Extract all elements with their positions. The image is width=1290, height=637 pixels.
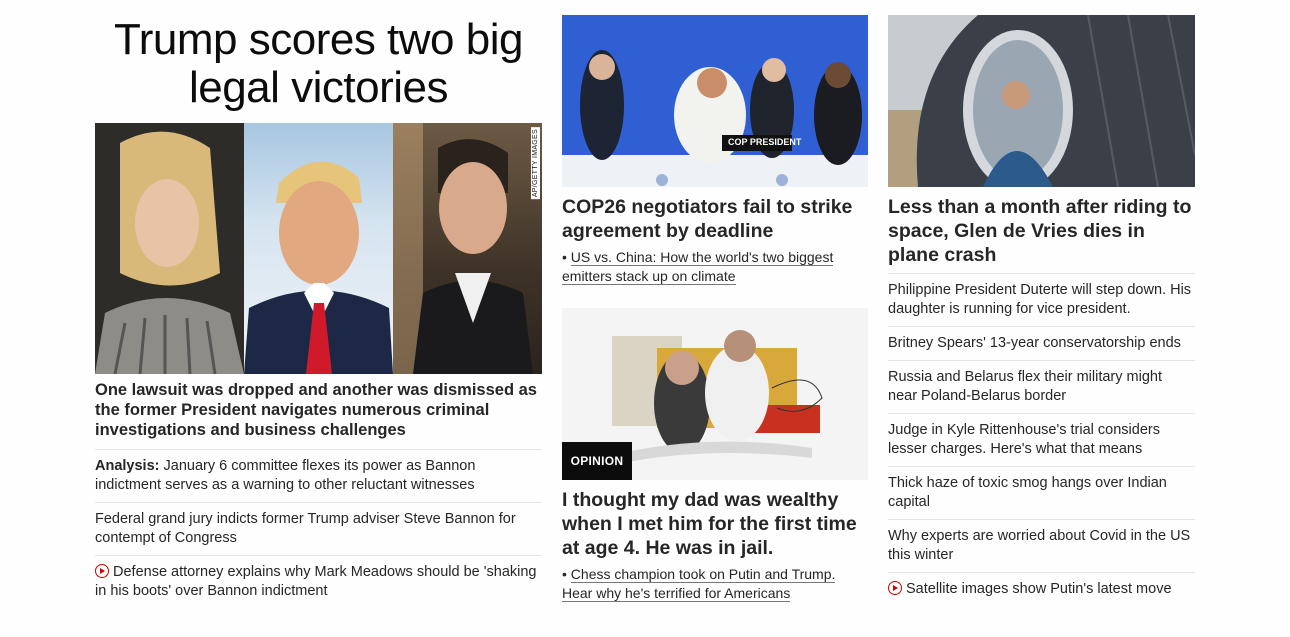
analysis-label: Analysis: bbox=[95, 458, 160, 474]
glen-de-vries-image[interactable] bbox=[888, 15, 1195, 187]
cop-president-sign: COP PRESIDENT bbox=[728, 137, 802, 147]
glen-de-vries-headline[interactable]: Less than a month after riding to space,… bbox=[888, 195, 1195, 267]
right-related-list: Philippine President Duterte will step d… bbox=[888, 273, 1195, 606]
opinion-headline[interactable]: I thought my dad was wealthy when I met … bbox=[562, 488, 868, 560]
list-item[interactable]: Why experts are worried about Covid in t… bbox=[888, 519, 1195, 572]
lead-related-list: Analysis: January 6 committee flexes its… bbox=[95, 449, 542, 608]
cop26-sublink[interactable]: • US vs. China: How the world's two bigg… bbox=[562, 248, 868, 286]
lead-image-panel-right: AP/GETTY IMAGES bbox=[393, 123, 542, 374]
list-item[interactable]: Britney Spears' 13-year conservatorship … bbox=[888, 326, 1195, 360]
cop26-headline[interactable]: COP26 negotiators fail to strike agreeme… bbox=[562, 195, 868, 243]
opinion-sublink[interactable]: • Chess champion took on Putin and Trump… bbox=[562, 565, 868, 603]
list-item[interactable]: Defense attorney explains why Mark Meado… bbox=[95, 555, 542, 608]
list-item[interactable]: Analysis: January 6 committee flexes its… bbox=[95, 449, 542, 502]
list-item[interactable]: Philippine President Duterte will step d… bbox=[888, 273, 1195, 326]
lead-image[interactable]: AP/GETTY IMAGES bbox=[95, 123, 542, 374]
lead-image-panel-center bbox=[244, 123, 393, 374]
cop26-image[interactable] bbox=[562, 15, 868, 187]
opinion-badge: OPINION bbox=[562, 442, 632, 480]
play-icon bbox=[888, 581, 902, 595]
list-item[interactable]: Judge in Kyle Rittenhouse's trial consid… bbox=[888, 413, 1195, 466]
lead-story: Trump scores two big legal victories AP/… bbox=[95, 0, 542, 599]
lead-summary[interactable]: One lawsuit was dropped and another was … bbox=[95, 380, 542, 440]
lead-image-panel-left bbox=[95, 123, 244, 374]
list-item[interactable]: Thick haze of toxic smog hangs over Indi… bbox=[888, 466, 1195, 519]
list-item[interactable]: Satellite images show Putin's latest mov… bbox=[888, 572, 1195, 606]
list-item[interactable]: Russia and Belarus flex their military m… bbox=[888, 360, 1195, 413]
list-item[interactable]: Federal grand jury indicts former Trump … bbox=[95, 502, 542, 555]
image-credit: AP/GETTY IMAGES bbox=[531, 127, 540, 200]
play-icon bbox=[95, 564, 109, 578]
lead-headline[interactable]: Trump scores two big legal victories bbox=[95, 16, 542, 123]
